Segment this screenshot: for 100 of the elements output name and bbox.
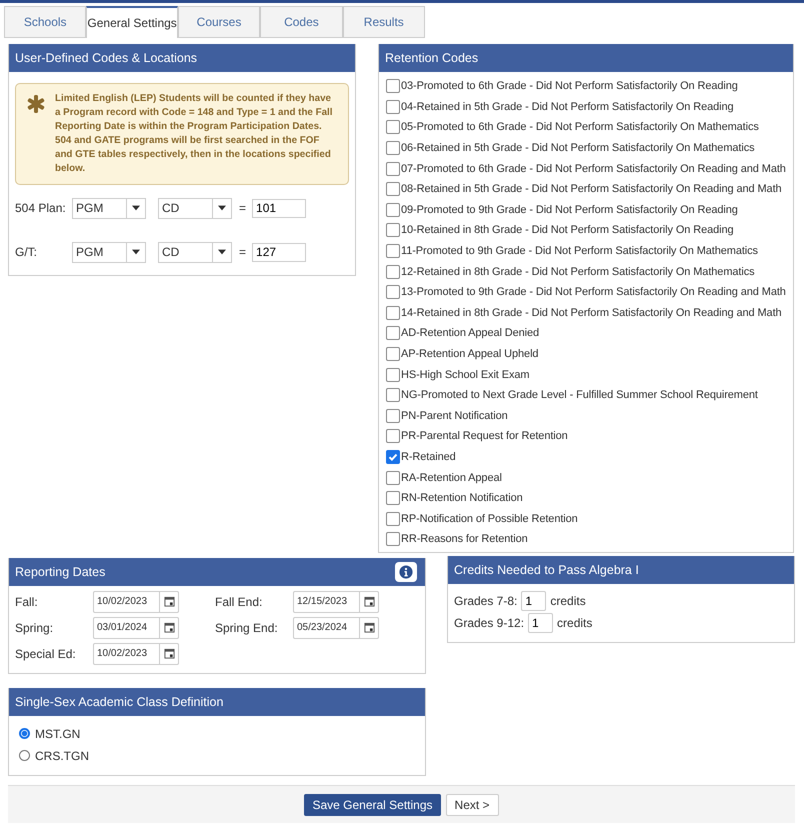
calendar-icon bbox=[164, 596, 174, 608]
checkbox-label[interactable]: RP-Notification of Possible Retention bbox=[401, 512, 578, 525]
checkbox-label[interactable]: AP-Retention Appeal Upheld bbox=[401, 348, 538, 360]
checkbox[interactable] bbox=[386, 182, 400, 196]
calendar-icon bbox=[164, 648, 174, 660]
checkbox-label[interactable]: 04-Retained in 5th Grade - Did Not Perform Satisfactorily On Reading bbox=[401, 100, 734, 113]
checkbox-label[interactable]: 09-Promoted to 9th Grade - Did Not Perform Satisfactorily On Reading bbox=[401, 204, 738, 216]
checkbox[interactable] bbox=[386, 450, 400, 464]
checkbox[interactable] bbox=[386, 285, 400, 300]
field-label: Grades 7-8: bbox=[454, 594, 518, 608]
checkbox-label[interactable]: 10-Retained in 8th Grade - Did Not Perform Satisfactorily On Reading bbox=[401, 224, 734, 236]
date-field[interactable]: 10/02/2023 bbox=[93, 642, 179, 665]
checkbox[interactable] bbox=[386, 120, 400, 134]
input-field[interactable]: 1 bbox=[521, 590, 546, 611]
checkbox[interactable] bbox=[386, 326, 400, 340]
dropdown[interactable]: CD bbox=[158, 242, 232, 262]
date-field[interactable]: 03/01/2024 bbox=[93, 616, 179, 639]
equals-sign: = bbox=[239, 245, 246, 259]
checkbox-label[interactable]: 14-Retained in 8th Grade - Did Not Perform Satisfactorily On Reading and Math bbox=[401, 306, 782, 319]
unit-label: credits bbox=[557, 616, 592, 630]
checkbox[interactable] bbox=[386, 388, 400, 402]
caret-icon bbox=[218, 249, 226, 255]
input-field[interactable]: 101 bbox=[252, 198, 306, 218]
caret-icon bbox=[132, 205, 140, 211]
tab[interactable]: Courses bbox=[178, 6, 260, 37]
field-label: Grades 9-12: bbox=[454, 616, 524, 630]
panel-title: User-Defined Codes & Locations bbox=[15, 51, 198, 65]
radio-label[interactable]: CRS.TGN bbox=[35, 748, 89, 763]
equals-sign: = bbox=[239, 201, 246, 215]
save-button[interactable]: Save General Settings bbox=[304, 794, 441, 816]
tab[interactable]: General Settings bbox=[86, 6, 178, 38]
checkbox-label[interactable]: 05-Promoted to 6th Grade - Did Not Perform Satisfactorily On Mathematics bbox=[401, 121, 759, 134]
input-field[interactable]: 1 bbox=[528, 612, 554, 633]
calendar-icon bbox=[364, 596, 374, 608]
checkbox[interactable] bbox=[386, 141, 400, 156]
checkbox[interactable] bbox=[386, 532, 400, 546]
info-icon bbox=[399, 564, 413, 579]
checkbox[interactable] bbox=[386, 408, 400, 423]
calendar-icon bbox=[164, 622, 174, 634]
checkbox-label[interactable]: 07-Promoted to 6th Grade - Did Not Perform Satisfactorily On Reading and Math bbox=[401, 162, 786, 175]
field-label: Fall: bbox=[15, 594, 39, 609]
info-button[interactable] bbox=[395, 562, 417, 582]
checkbox[interactable] bbox=[386, 491, 400, 506]
field-label: Spring End: bbox=[215, 620, 279, 635]
panel-title: Single-Sex Academic Class Definition bbox=[15, 694, 224, 709]
checkbox-label[interactable]: RA-Retention Appeal bbox=[401, 472, 502, 484]
radio-button[interactable] bbox=[19, 750, 30, 762]
dropdown[interactable]: PGM bbox=[72, 198, 146, 218]
checkbox-label[interactable]: 03-Promoted to 6th Grade - Did Not Perform Satisfactorily On Reading bbox=[401, 80, 738, 92]
checkbox[interactable] bbox=[386, 223, 400, 238]
checkbox-label[interactable]: AD-Retention Appeal Denied bbox=[401, 327, 540, 340]
caret-icon bbox=[132, 249, 140, 255]
checkbox-label[interactable]: 12-Retained in 8th Grade - Did Not Perform Satisfactorily On Mathematics bbox=[401, 266, 755, 278]
checkbox[interactable] bbox=[386, 264, 400, 279]
checkbox[interactable] bbox=[386, 306, 400, 320]
field-label: 504 Plan: bbox=[15, 201, 67, 215]
checkbox-label[interactable]: R-Retained bbox=[401, 450, 456, 463]
checkbox[interactable] bbox=[386, 368, 400, 382]
date-field[interactable]: 12/15/2023 bbox=[293, 590, 379, 613]
dropdown[interactable]: CD bbox=[158, 198, 232, 218]
checkbox-label[interactable]: NG-Promoted to Next Grade Level - Fulfilled Summer School Requirement bbox=[401, 389, 758, 402]
caret-icon bbox=[218, 205, 226, 211]
checkbox-label[interactable]: 06-Retained in 5th Grade - Did Not Perform Satisfactorily On Mathematics bbox=[401, 142, 755, 154]
next-button[interactable]: Next > bbox=[446, 794, 499, 816]
checkbox[interactable] bbox=[386, 244, 400, 258]
unit-label: credits bbox=[550, 594, 586, 608]
tab[interactable]: Codes bbox=[260, 6, 343, 37]
checkbox[interactable] bbox=[386, 470, 400, 485]
checkbox-label[interactable]: PN-Parent Notification bbox=[401, 410, 508, 422]
checkbox[interactable] bbox=[386, 162, 400, 176]
field-label: G/T: bbox=[15, 245, 38, 259]
date-field[interactable]: 05/23/2024 bbox=[293, 616, 379, 639]
field-label: Special Ed: bbox=[15, 646, 77, 661]
radio-label[interactable]: MST.GN bbox=[35, 726, 80, 741]
checkbox-label[interactable]: 08-Retained in 5th Grade - Did Not Perform Satisfactorily On Reading and Math bbox=[401, 183, 782, 196]
checkbox-label[interactable]: RR-Reasons for Retention bbox=[401, 533, 528, 546]
checkbox-label[interactable]: HS-High School Exit Exam bbox=[401, 368, 530, 381]
checkbox[interactable] bbox=[386, 512, 400, 526]
panel-title: Reporting Dates bbox=[15, 564, 106, 579]
checkbox[interactable] bbox=[386, 202, 400, 217]
checkbox[interactable] bbox=[386, 79, 400, 94]
checkbox-label[interactable]: 13-Promoted to 9th Grade - Did Not Perform Satisfactorily On Reading and Math bbox=[401, 286, 786, 298]
calendar-icon bbox=[364, 622, 374, 634]
field-label: Spring: bbox=[15, 620, 54, 635]
tab[interactable]: Results bbox=[342, 6, 426, 37]
input-field[interactable]: 127 bbox=[252, 242, 306, 262]
checkbox[interactable] bbox=[386, 100, 400, 114]
date-field[interactable]: 10/02/2023 bbox=[93, 590, 179, 613]
field-label: Fall End: bbox=[215, 594, 264, 609]
checkbox-label[interactable]: PR-Parental Request for Retention bbox=[401, 430, 568, 442]
checkbox[interactable] bbox=[386, 429, 400, 444]
panel-title: Credits Needed to Pass Algebra I bbox=[454, 562, 639, 577]
checkbox-label[interactable]: 11-Promoted to 9th Grade - Did Not Perform Satisfactorily On Mathematics bbox=[401, 245, 758, 258]
dropdown[interactable]: PGM bbox=[72, 242, 146, 262]
note-text: Limited English (LEP) Students will be counted if they have a Program record with Code = 148 and Type = 1 and the Fall Reporting Date is within the Program Participation Dates. 504 and GATE programs will be first searched in the FOF and GTE tables respectively, then in the locations specified below. bbox=[55, 92, 334, 176]
radio-button[interactable] bbox=[19, 728, 30, 740]
panel-title: Retention Codes bbox=[385, 51, 478, 65]
tab[interactable]: Schools bbox=[4, 6, 86, 37]
checkbox[interactable] bbox=[386, 347, 400, 362]
checkbox-label[interactable]: RN-Retention Notification bbox=[401, 492, 523, 504]
